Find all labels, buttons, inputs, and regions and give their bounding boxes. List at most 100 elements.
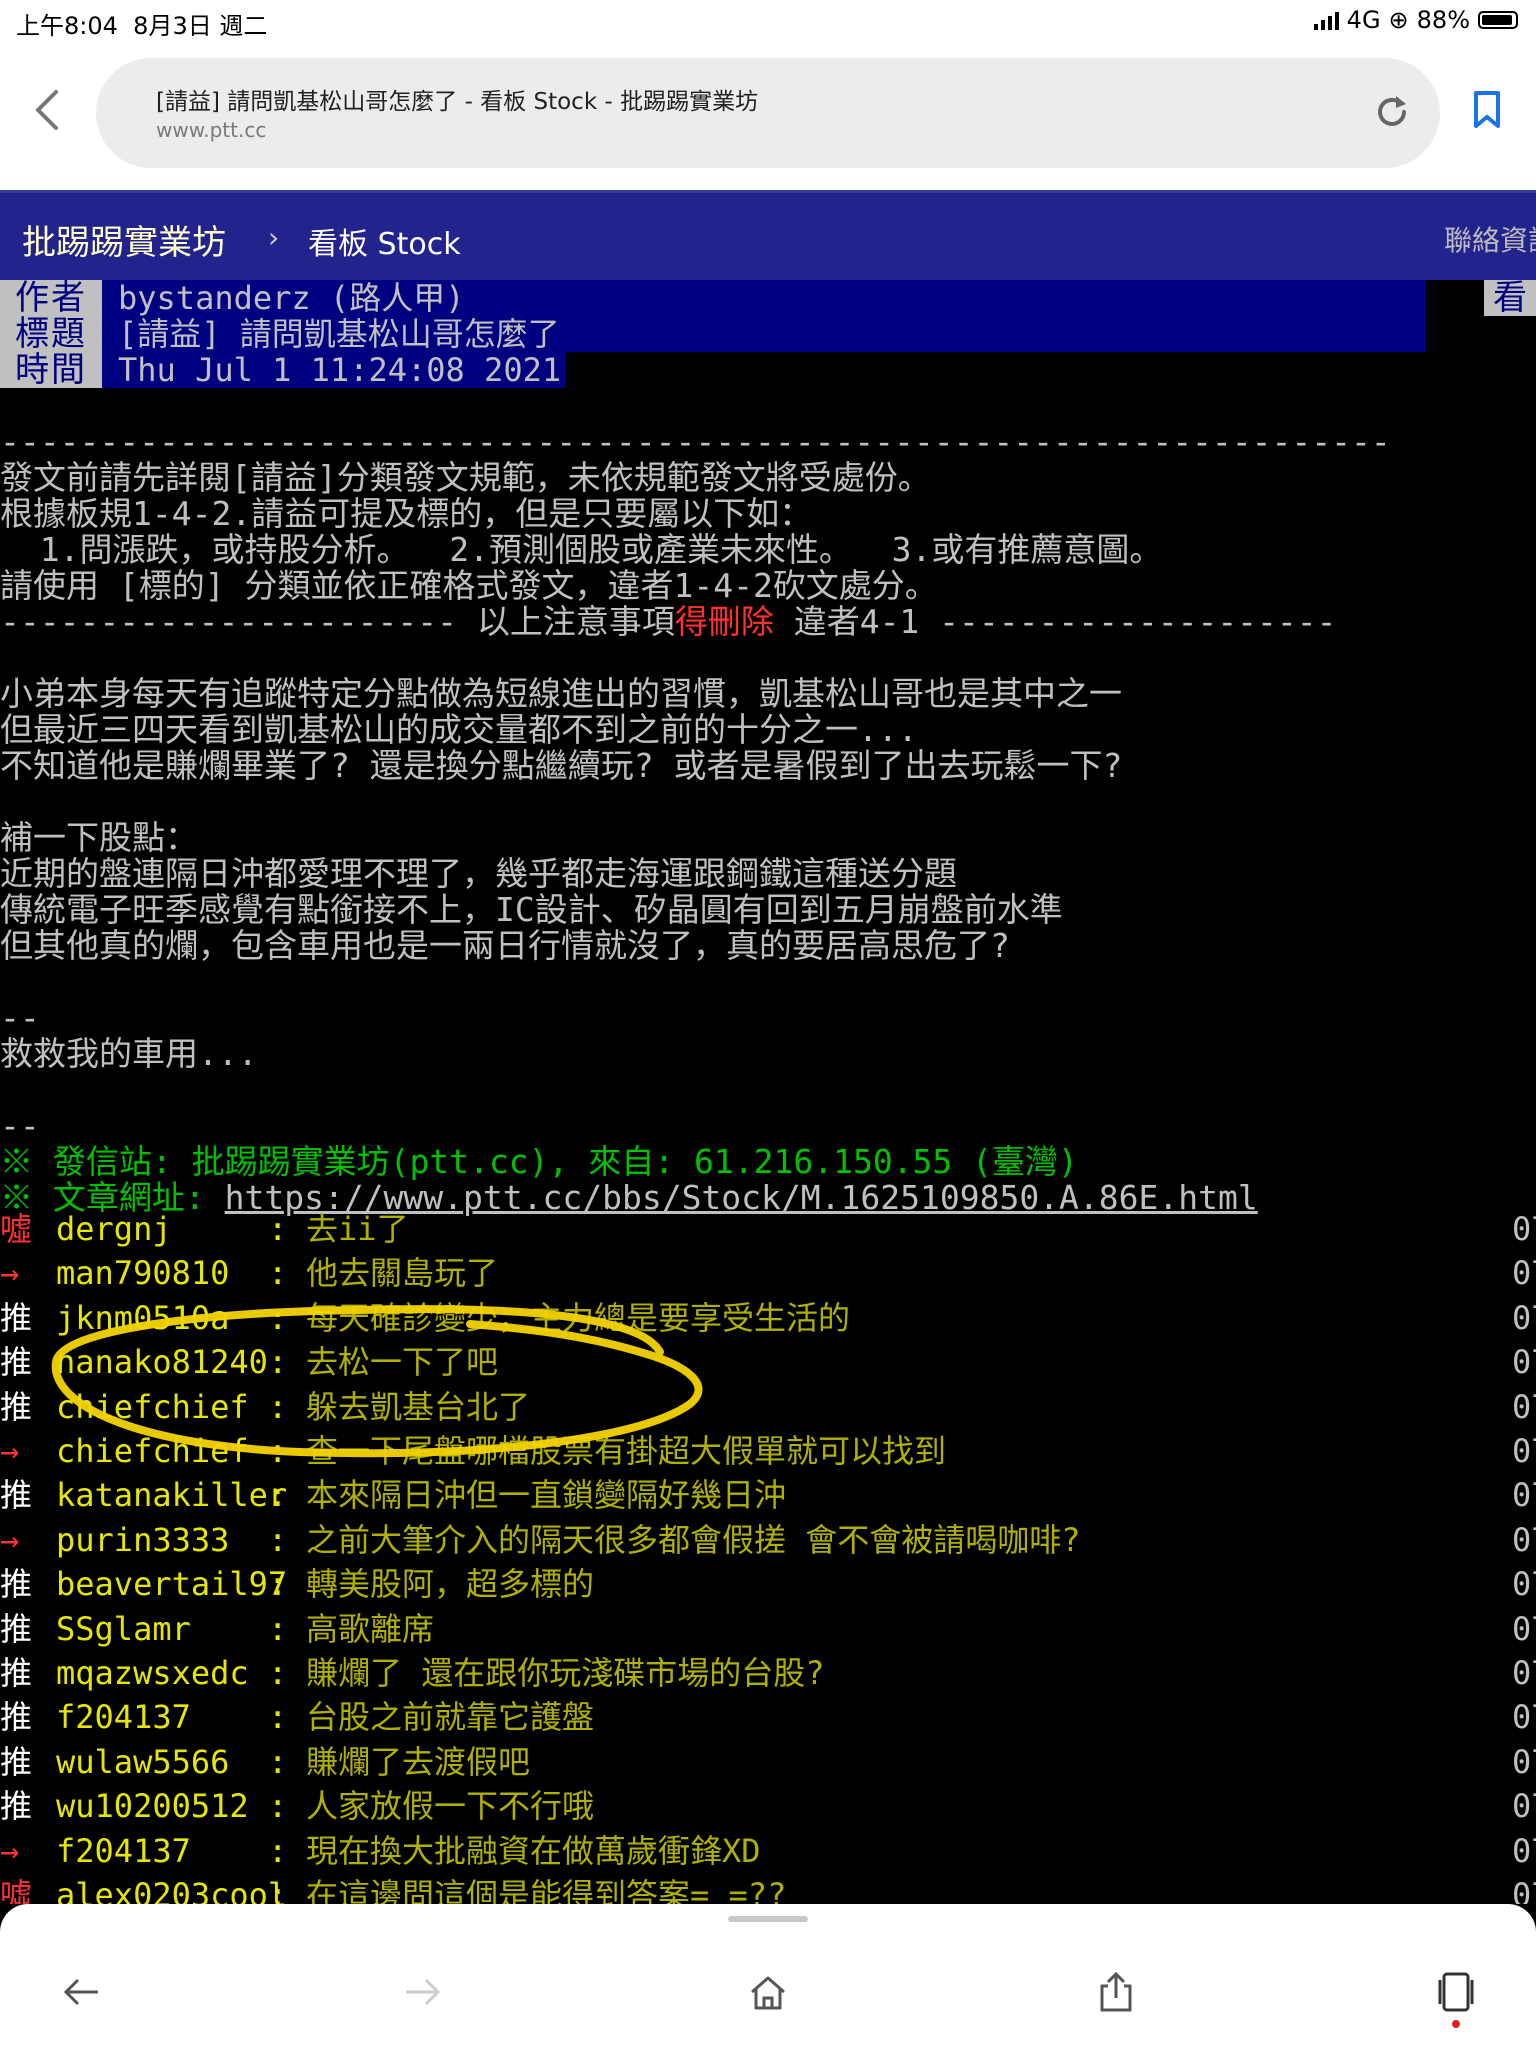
arrow-right-icon[interactable] xyxy=(400,1970,444,2014)
push-message: 台股之前就靠它護盤 xyxy=(306,1698,595,1737)
drag-handle[interactable] xyxy=(728,1916,808,1922)
push-colon: : xyxy=(268,1343,288,1382)
reload-icon[interactable] xyxy=(1372,92,1412,132)
push-row: → chiefchief: 查一下尾盤哪檔股票有掛超大假單就可以找到 07 xyxy=(0,1429,1536,1473)
push-tag: 推 xyxy=(0,1343,33,1382)
push-timestamp: 07 xyxy=(1512,1432,1536,1470)
battery-icon xyxy=(1478,11,1518,29)
status-time: 上午8:04 xyxy=(16,12,118,40)
push-user[interactable]: wu10200512 xyxy=(56,1784,249,1828)
push-user[interactable]: wulaw5566 xyxy=(56,1740,229,1784)
arrow-left-icon[interactable] xyxy=(60,1970,104,2014)
push-tag: 噓 xyxy=(0,1210,33,1248)
push-message: 賺爛了 還在跟你玩淺碟市場的台股? xyxy=(306,1654,825,1692)
push-user[interactable]: dergnj xyxy=(56,1207,172,1251)
signature-separator: -- xyxy=(0,998,40,1037)
push-user[interactable]: beavertail97 xyxy=(56,1562,287,1606)
push-list: 噓 dergnj: 去ii了 07 → man790810: 他去關島玩了 07 推 jknm05… xyxy=(0,1207,1536,1904)
push-tag: 推 xyxy=(0,1787,33,1826)
push-tag: → xyxy=(0,1432,20,1470)
push-user[interactable]: jknm0510a xyxy=(56,1296,229,1340)
page-domain: www.ptt.cc xyxy=(156,118,267,142)
origin-line: ※ 發信站: 批踢踢實業坊(ptt.cc), 來自: 61.216.150.55… xyxy=(0,1142,1078,1181)
notice-footer-pre: ----------------------- 以上注意事項 xyxy=(0,602,675,641)
push-tag: 推 xyxy=(0,1565,33,1604)
push-tag: 推 xyxy=(0,1654,33,1692)
notification-dot xyxy=(1452,2020,1460,2028)
author-value: bystanderz (路人甲) xyxy=(102,280,1426,316)
site-header: 批踢踢實業坊 › 看板 Stock 聯絡資訊 xyxy=(0,190,1536,280)
battery-percent: 88% xyxy=(1416,6,1470,34)
push-tag: 噓 xyxy=(0,1876,33,1904)
push-colon: : xyxy=(268,1654,288,1692)
signature: 救救我的車用... xyxy=(0,1034,258,1073)
push-message: 去松一下了吧 xyxy=(306,1343,499,1382)
body-paragraph-line: 近期的盤連隔日沖都愛理不理了，幾乎都走海運跟鋼鐵這種送分題 xyxy=(0,854,957,893)
contact-link[interactable]: 聯絡資訊 xyxy=(1444,219,1536,259)
push-timestamp: 07 xyxy=(1512,1298,1536,1337)
push-timestamp: 07 xyxy=(1512,1476,1536,1515)
separator-line: ----------------------------------------… xyxy=(0,422,1391,461)
view-board-button[interactable]: 看 xyxy=(1484,280,1536,316)
browser-toolbar: [請益] 請問凱基松山哥怎麼了 - 看板 Stock - 批踢踢實業坊 www.… xyxy=(0,40,1536,190)
push-user[interactable]: chiefchief xyxy=(56,1385,249,1429)
title-label: 標題 xyxy=(0,316,102,352)
notice-line: 1.問漲跌，或持股分析。 2.預測個股或產業未來性。 3.或有推薦意圖。 xyxy=(0,530,1163,569)
push-colon: : xyxy=(268,1609,288,1648)
body-paragraph-line: 但最近三四天看到凱基松山的成交量都不到之前的十分之一... xyxy=(0,710,918,749)
push-timestamp: 07 xyxy=(1512,1254,1536,1293)
signature-separator: -- xyxy=(0,1106,40,1145)
push-timestamp: 07 xyxy=(1512,1876,1536,1904)
push-tag: → xyxy=(0,1831,20,1870)
push-message: 轉美股阿，超多標的 xyxy=(306,1565,595,1604)
push-colon: : xyxy=(268,1387,288,1426)
tabs-icon[interactable] xyxy=(1434,1970,1478,2014)
board-link[interactable]: 看板 Stock xyxy=(308,219,461,263)
push-colon: : xyxy=(268,1876,288,1904)
notice-line: 根據板規1-4-2.請益可提及標的，但是只要屬以下如： xyxy=(0,494,813,533)
push-user[interactable]: purin3333 xyxy=(56,1518,229,1562)
push-timestamp: 07 xyxy=(1512,1609,1536,1648)
push-colon: : xyxy=(268,1698,288,1737)
push-colon: : xyxy=(268,1742,288,1781)
push-user[interactable]: SSglamr xyxy=(56,1607,191,1651)
home-icon[interactable] xyxy=(746,1970,790,2014)
address-bar[interactable]: [請益] 請問凱基松山哥怎麼了 - 看板 Stock - 批踢踢實業坊 www.… xyxy=(96,58,1440,168)
push-user[interactable]: f204137 xyxy=(56,1829,191,1873)
status-indicators: 4G ⊕ 88% xyxy=(1313,6,1518,34)
push-timestamp: 07 xyxy=(1512,1698,1536,1737)
push-user[interactable]: man790810 xyxy=(56,1251,229,1295)
push-user[interactable]: nanako81240 xyxy=(56,1340,268,1384)
title-row: 標題 [請益] 請問凱基松山哥怎麼了 xyxy=(0,316,1536,352)
push-user[interactable]: katanakiller xyxy=(56,1473,287,1517)
push-tag: 推 xyxy=(0,1609,33,1648)
push-user[interactable]: alex0203cool xyxy=(56,1873,287,1904)
push-user[interactable]: mqazwsxedc xyxy=(56,1651,249,1695)
push-timestamp: 07 xyxy=(1512,1831,1536,1870)
orientation-lock-icon: ⊕ xyxy=(1388,6,1409,34)
push-message: 人家放假一下不行哦 xyxy=(306,1787,595,1826)
push-timestamp: 07 xyxy=(1512,1654,1536,1692)
site-brand-link[interactable]: 批踢踢實業坊 xyxy=(22,215,226,264)
push-row: 推 beavertail97: 轉美股阿，超多標的 07 xyxy=(0,1562,1536,1606)
push-timestamp: 07 xyxy=(1512,1520,1536,1559)
share-icon[interactable] xyxy=(1094,1970,1138,2014)
time-label: 時間 xyxy=(0,352,102,388)
push-message: 躲去凱基台北了 xyxy=(306,1387,531,1426)
push-tag: 推 xyxy=(0,1387,33,1426)
status-date: 8月3日 週二 xyxy=(133,12,268,40)
bookmark-icon[interactable] xyxy=(1472,90,1502,130)
push-row: 推 chiefchief: 躲去凱基台北了 07 xyxy=(0,1385,1536,1429)
chevron-left-icon[interactable] xyxy=(30,88,64,132)
push-user[interactable]: f204137 xyxy=(56,1695,191,1739)
push-user[interactable]: chiefchief xyxy=(56,1429,249,1473)
notice-footer-post: 違者4-1 -------------------- xyxy=(773,602,1337,641)
push-colon: : xyxy=(268,1831,288,1870)
notice-footer-warning: 得刪除 xyxy=(674,602,774,641)
push-row: → man790810: 他去關島玩了 07 xyxy=(0,1251,1536,1295)
push-row: 推 katanakiller: 本來隔日沖但一直鎖變隔好幾日沖 07 xyxy=(0,1473,1536,1517)
push-timestamp: 07 xyxy=(1512,1787,1536,1826)
push-colon: : xyxy=(268,1476,288,1515)
push-timestamp: 07 xyxy=(1512,1387,1536,1426)
push-message: 本來隔日沖但一直鎖變隔好幾日沖 xyxy=(306,1476,787,1515)
